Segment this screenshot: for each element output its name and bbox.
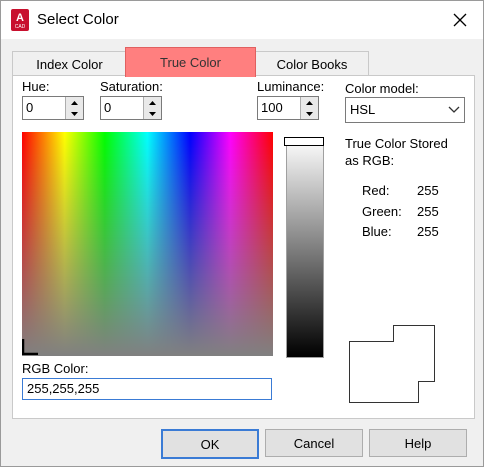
luminance-label: Luminance: <box>257 79 325 94</box>
luminance-slider[interactable] <box>286 137 324 358</box>
arrow-down-icon <box>306 111 313 116</box>
hue-label: Hue: <box>22 79 50 94</box>
help-button[interactable]: Help <box>369 429 467 457</box>
color-preview-swatch <box>349 325 435 403</box>
hue-saturation-spectrum[interactable] <box>22 132 273 356</box>
tab-index-color[interactable]: Index Color <box>12 51 127 76</box>
app-icon: A CAD <box>11 9 29 31</box>
saturation-value: 0 <box>104 100 112 115</box>
red-label: Red: <box>362 183 390 198</box>
svg-text:CAD: CAD <box>15 24 26 30</box>
stored-heading-line1: True Color Stored <box>345 136 448 151</box>
arrow-up-icon <box>149 100 156 105</box>
saturation-spinner[interactable]: 0 <box>100 96 162 120</box>
saturation-label: Saturation: <box>100 79 163 94</box>
color-model-dropdown[interactable]: HSL <box>345 97 465 123</box>
stored-heading-line2: as RGB: <box>345 153 395 168</box>
arrow-down-icon <box>71 111 78 116</box>
luminance-value: 100 <box>261 100 283 115</box>
rgb-color-field[interactable]: 255,255,255 <box>22 378 272 400</box>
saturation-spinner-arrows <box>143 97 161 119</box>
color-model-value: HSL <box>350 102 376 117</box>
hue-spinner[interactable]: 0 <box>22 96 84 120</box>
arrow-down-icon <box>149 111 156 116</box>
color-model-label: Color model: <box>345 81 419 96</box>
spectrum-crosshair-icon <box>22 339 38 355</box>
green-label: Green: <box>362 204 402 219</box>
saturation-down-button[interactable] <box>144 108 161 119</box>
close-icon <box>453 13 467 27</box>
svg-text:A: A <box>16 12 24 24</box>
tab-color-books[interactable]: Color Books <box>255 51 369 76</box>
blue-label: Blue: <box>362 224 392 239</box>
cancel-button[interactable]: Cancel <box>265 429 363 457</box>
rgb-color-label: RGB Color: <box>22 361 89 376</box>
ok-button[interactable]: OK <box>161 429 259 459</box>
dialog-title: Select Color <box>37 11 119 28</box>
red-value: 255 <box>417 183 439 198</box>
luminance-slider-handle[interactable] <box>284 137 324 146</box>
hue-spinner-arrows <box>65 97 83 119</box>
hue-value: 0 <box>26 100 34 115</box>
chevron-down-icon <box>448 106 460 113</box>
green-value: 255 <box>417 204 439 219</box>
blue-value: 255 <box>417 224 439 239</box>
arrow-up-icon <box>306 100 313 105</box>
arrow-up-icon <box>71 100 78 105</box>
select-color-dialog: A CAD Select Color Index Color Color Boo… <box>0 0 484 467</box>
tab-true-color[interactable]: True Color <box>125 47 256 77</box>
luminance-spinner-arrows <box>300 97 318 119</box>
luminance-spinner[interactable]: 100 <box>257 96 319 120</box>
luminance-down-button[interactable] <box>301 108 318 119</box>
hue-down-button[interactable] <box>66 108 83 119</box>
close-button[interactable] <box>447 7 473 33</box>
title-bar: A CAD Select Color <box>1 1 483 39</box>
